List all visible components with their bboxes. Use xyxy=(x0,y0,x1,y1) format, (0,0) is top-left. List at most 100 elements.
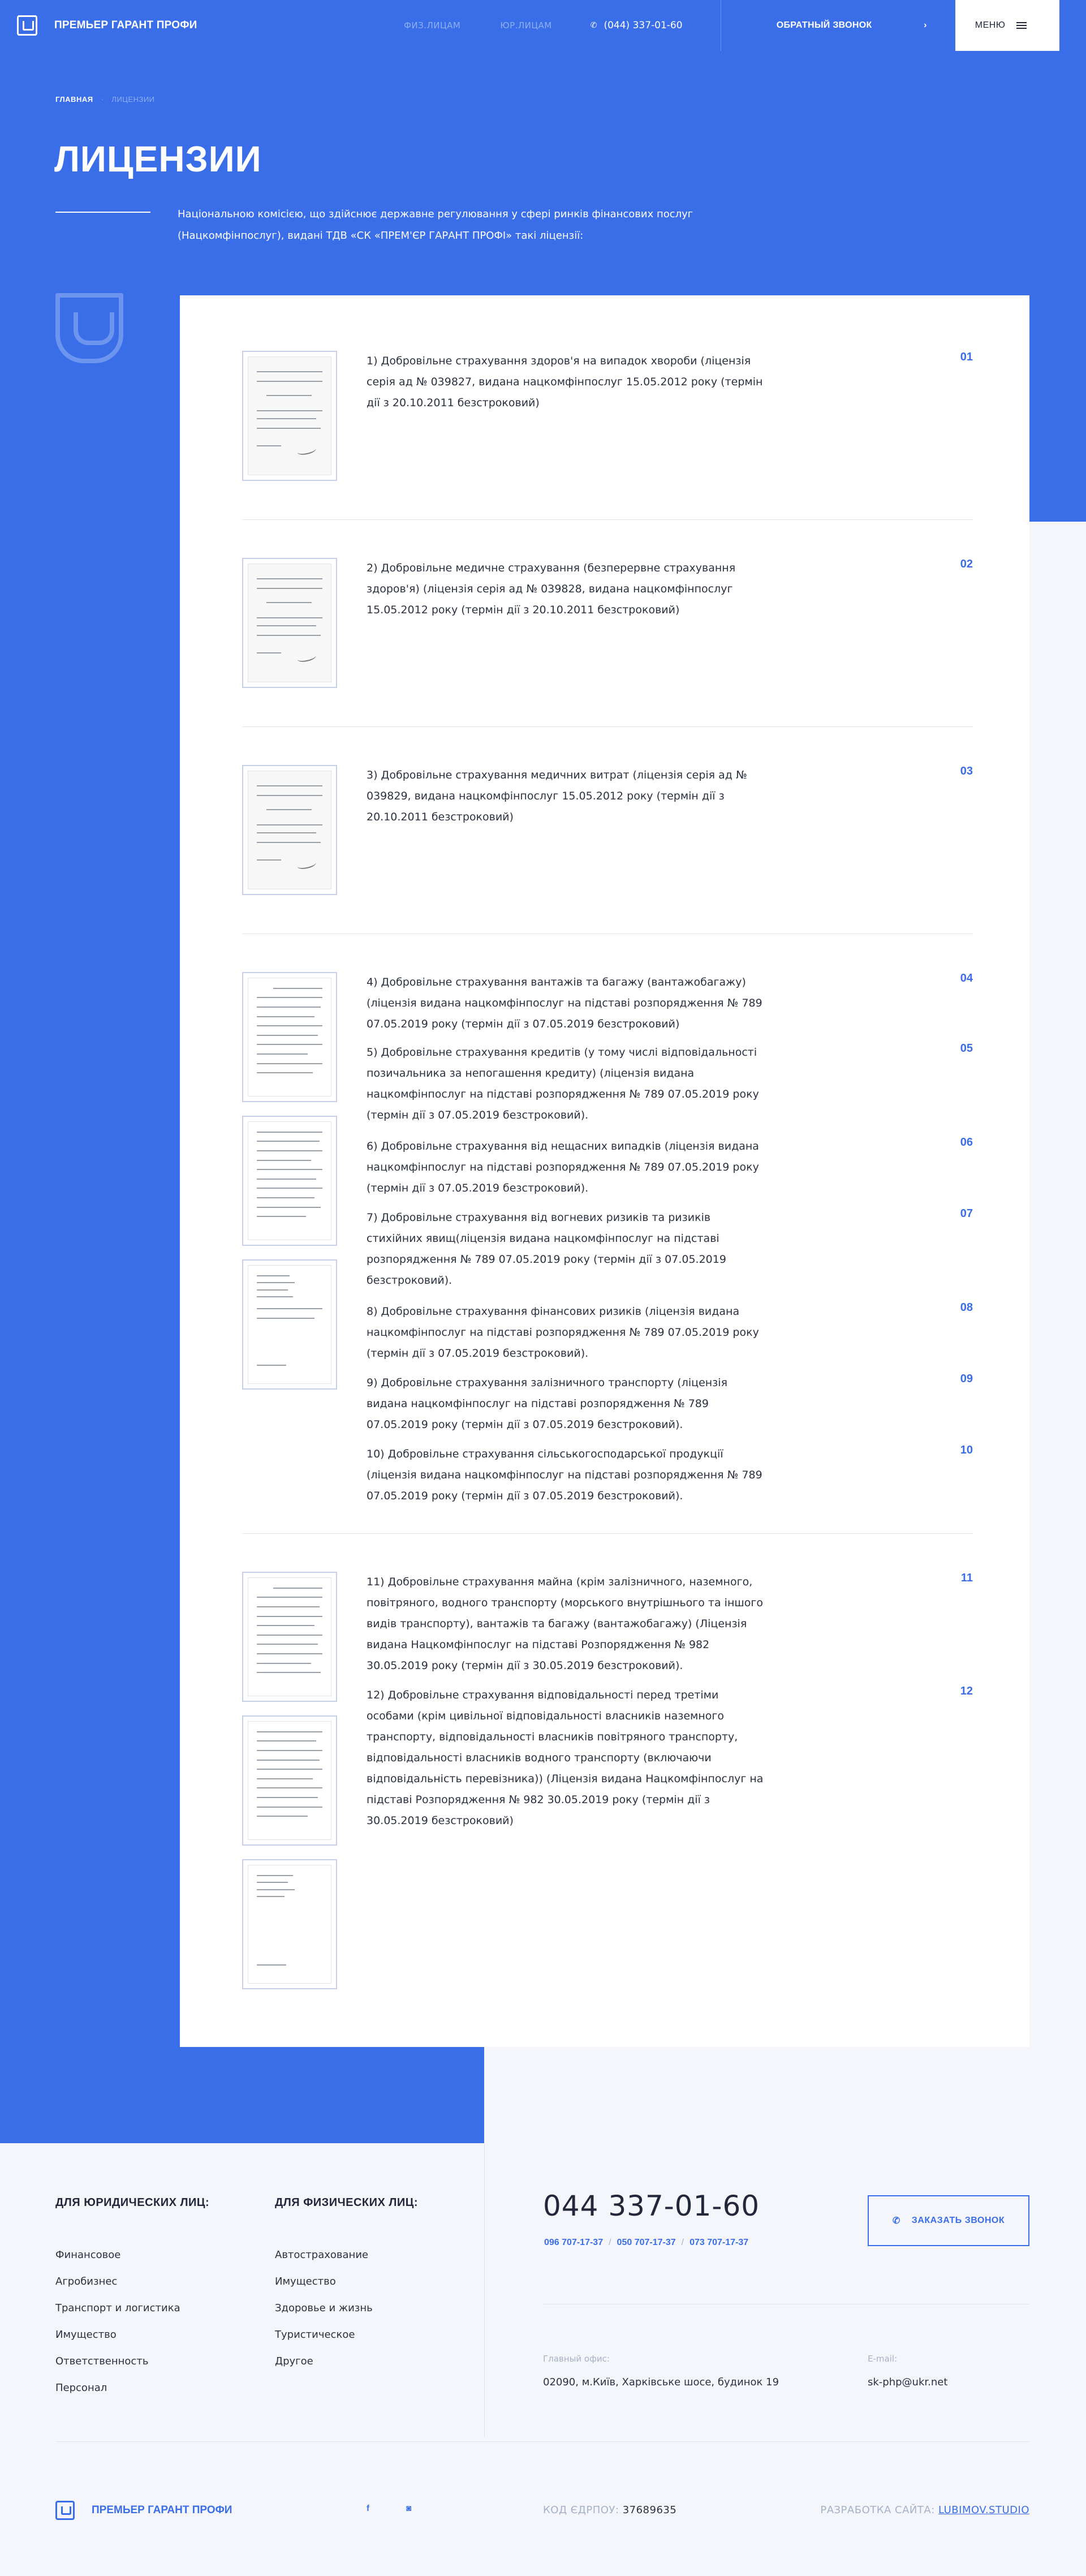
edrpou-value: 37689635 xyxy=(622,2504,677,2516)
licenses-card: 1) Добровільне страхування здоров'я на в… xyxy=(180,295,1029,2047)
order-call-label: ЗАКАЗАТЬ ЗВОНОК xyxy=(911,2216,1005,2225)
callback-button[interactable]: ОБРАТНЫЙ ЗВОНОК › xyxy=(721,0,955,51)
license-text: 11) Добровільне страхування майна (крім … xyxy=(367,1576,764,1672)
footer-link[interactable]: Агробизнес xyxy=(55,2268,180,2295)
divider xyxy=(242,726,973,727)
license-document-thumbnail[interactable] xyxy=(242,765,337,895)
license-number: 02 xyxy=(960,558,973,570)
email-link[interactable]: sk-php@ukr.net xyxy=(868,2376,947,2388)
footer-logo-text: ПРЕМЬЕР ГАРАНТ ПРОФИ xyxy=(92,2504,232,2516)
license-number: 12 xyxy=(960,1685,973,1697)
document-image xyxy=(248,356,331,475)
footer-private-title: ДЛЯ ФИЗИЧЕСКИХ ЛИЦ: xyxy=(275,2196,419,2209)
license-document-thumbnail[interactable] xyxy=(242,1116,337,1246)
license-text: 6) Добровільне страхування від нещасних … xyxy=(367,1140,759,1194)
email-label: E-mail: xyxy=(868,2354,898,2364)
header-phone[interactable]: ✆ (044) 337-01-60 xyxy=(591,0,721,51)
intro-text: Національною комісією, що здійснює держа… xyxy=(178,208,693,242)
license-document-thumbnail[interactable] xyxy=(242,1715,337,1846)
license-group-4: 4) Добровільне страхування вантажів та б… xyxy=(242,972,973,1504)
footer-phones: 096 707-17-37 / 050 707-17-37 / 073 707-17-3… xyxy=(544,2238,748,2248)
license-document-thumbnail[interactable] xyxy=(242,1259,337,1390)
license-document-thumbnail[interactable] xyxy=(242,558,337,688)
footer-link[interactable]: Финансовое xyxy=(55,2242,180,2268)
document-image xyxy=(248,1577,331,1696)
office-label: Главный офис: xyxy=(543,2354,610,2364)
license-group-5: 11) Добровільне страхування майна (крім … xyxy=(242,1572,973,2002)
footer-link[interactable]: Автострахование xyxy=(275,2242,373,2268)
logo-icon xyxy=(17,15,37,36)
developer-link[interactable]: LUBIMOV.STUDIO xyxy=(938,2504,1029,2516)
document-image xyxy=(248,978,331,1096)
order-call-button[interactable]: ✆ ЗАКАЗАТЬ ЗВОНОК xyxy=(868,2195,1029,2246)
phone-separator: / xyxy=(609,2238,611,2247)
footer-phone[interactable]: 050 707-17-37 xyxy=(617,2238,676,2247)
license-document-thumbnail[interactable] xyxy=(242,972,337,1102)
footer-link[interactable]: Туристическое xyxy=(275,2321,373,2348)
license-text: 1) Добровільне страхування здоров'я на в… xyxy=(367,355,763,409)
footer-link[interactable]: Имущество xyxy=(275,2268,373,2295)
footer-link[interactable]: Другое xyxy=(275,2348,373,2375)
license-document-thumbnail[interactable] xyxy=(242,1859,337,1989)
document-image xyxy=(248,1721,331,1840)
license-number: 06 xyxy=(960,1136,973,1149)
breadcrumb-home[interactable]: ГЛАВНАЯ xyxy=(55,95,93,104)
footer-phone[interactable]: 096 707-17-37 xyxy=(544,2238,603,2247)
page: ПРЕМЬЕР ГАРАНТ ПРОФИ ФИЗ.ЛИЦАМ ЮР.ЛИЦАМ … xyxy=(0,0,1086,2576)
footer-bottom-divider xyxy=(55,2441,1029,2442)
page-title: ЛИЦЕНЗИИ xyxy=(54,139,262,179)
nav-link-individuals[interactable]: ФИЗ.ЛИЦАМ xyxy=(404,20,460,31)
license-text: 3) Добровільне страхування медичних витр… xyxy=(367,769,747,823)
breadcrumb: ГЛАВНАЯ · ЛИЦЕНЗИИ xyxy=(55,95,155,104)
phone-icon: ✆ xyxy=(892,2216,900,2226)
license-number: 10 xyxy=(960,1444,973,1456)
license-document-thumbnail[interactable] xyxy=(242,351,337,481)
license-number: 01 xyxy=(960,351,973,363)
breadcrumb-current: ЛИЦЕНЗИИ xyxy=(111,95,155,104)
footer-logo[interactable]: ПРЕМЬЕР ГАРАНТ ПРОФИ xyxy=(55,2501,232,2520)
footer-link[interactable]: Имущество xyxy=(55,2321,180,2348)
footer-phone[interactable]: 073 707-17-37 xyxy=(689,2238,748,2247)
logo-icon xyxy=(55,2501,75,2520)
instagram-icon[interactable]: ◙ xyxy=(406,2504,411,2513)
footer-link[interactable]: Ответственность xyxy=(55,2348,180,2375)
hamburger-icon xyxy=(1016,22,1027,29)
footer-divider xyxy=(484,2143,485,2437)
developer-credit: РАЗРАБОТКА САЙТА: LUBIMOV.STUDIO xyxy=(820,2504,1029,2516)
edrpou-label: КОД ЄДРПОУ: xyxy=(543,2504,619,2516)
footer-link[interactable]: Здоровье и жизнь xyxy=(275,2295,373,2321)
menu-button[interactable]: МЕНЮ xyxy=(955,0,1059,51)
footer-legal-title: ДЛЯ ЮРИДИЧЕСКИХ ЛИЦ: xyxy=(55,2196,210,2209)
developer-label: РАЗРАБОТКА САЙТА: xyxy=(820,2504,935,2516)
chevron-right-icon: › xyxy=(924,20,927,30)
menu-label: МЕНЮ xyxy=(975,20,1006,30)
phone-separator: / xyxy=(681,2238,684,2247)
license-text: 5) Добровільне страхування кредитів (у т… xyxy=(367,1046,759,1121)
logo[interactable]: ПРЕМЬЕР ГАРАНТ ПРОФИ xyxy=(0,0,339,51)
footer-private-list: Автострахование Имущество Здоровье и жиз… xyxy=(275,2242,373,2375)
document-image xyxy=(248,1121,331,1240)
document-image xyxy=(248,771,331,889)
document-image xyxy=(248,1865,331,1984)
nav-link-legal-entities[interactable]: ЮР.ЛИЦАМ xyxy=(500,20,551,31)
divider xyxy=(242,519,973,520)
license-text: 12) Добровільне страхування відповідальн… xyxy=(367,1689,764,1827)
phone-icon: ✆ xyxy=(590,21,597,30)
document-image xyxy=(248,564,331,682)
header-phone-number: (044) 337-01-60 xyxy=(604,20,683,31)
footer-link[interactable]: Транспорт и логистика xyxy=(55,2295,180,2321)
license-number: 07 xyxy=(960,1207,973,1220)
license-number: 09 xyxy=(960,1373,973,1385)
footer-legal-list: Финансовое Агробизнес Транспорт и логист… xyxy=(55,2242,180,2401)
license-number: 05 xyxy=(960,1042,973,1055)
license-number: 08 xyxy=(960,1301,973,1314)
title-underline xyxy=(55,212,150,213)
license-number: 04 xyxy=(960,972,973,984)
shield-logo-icon xyxy=(55,293,123,363)
header: ПРЕМЬЕР ГАРАНТ ПРОФИ ФИЗ.ЛИЦАМ ЮР.ЛИЦАМ … xyxy=(0,0,1086,51)
footer-main-phone[interactable]: 044 337-01-60 xyxy=(543,2190,760,2222)
footer-link[interactable]: Персонал xyxy=(55,2375,180,2401)
facebook-icon[interactable]: f xyxy=(367,2504,369,2513)
license-document-thumbnail[interactable] xyxy=(242,1572,337,1702)
office-address: 02090, м.Київ, Харківське шосе, будинок … xyxy=(543,2376,779,2388)
